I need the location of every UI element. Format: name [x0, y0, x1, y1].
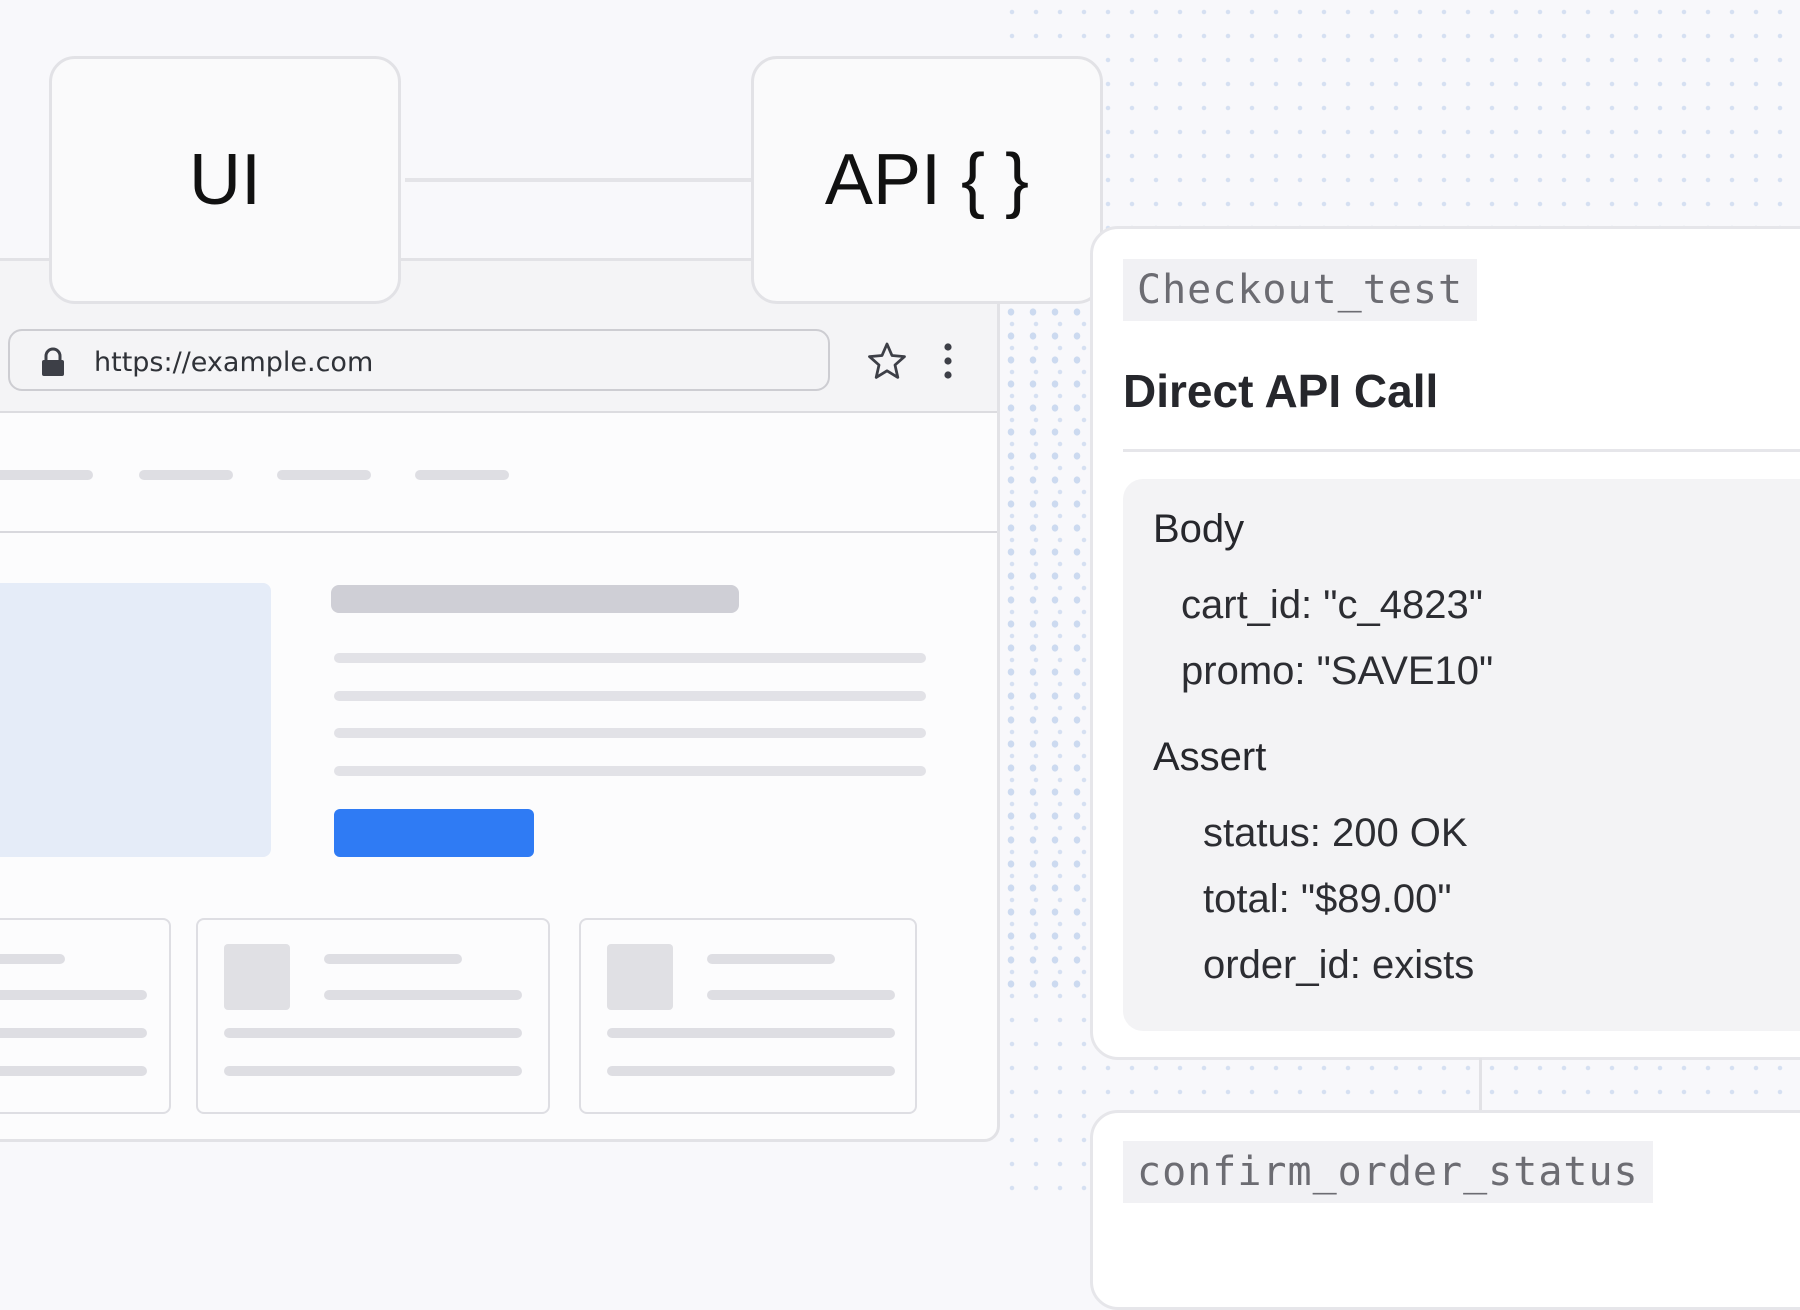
thumbnail-placeholder — [224, 944, 290, 1010]
product-card[interactable] — [196, 918, 550, 1114]
text-line-placeholder — [707, 954, 835, 964]
text-line-placeholder — [334, 691, 926, 701]
text-line-placeholder — [224, 1066, 522, 1076]
text-line-placeholder — [224, 1028, 522, 1038]
bookmark-star-icon[interactable] — [867, 341, 907, 381]
test-name-tag: Checkout_test — [1123, 259, 1478, 321]
body-heading: Body — [1153, 507, 1245, 551]
text-line-placeholder — [0, 1066, 147, 1076]
text-line-placeholder — [607, 1066, 895, 1076]
assert-field: total: "$89.00" — [1203, 877, 1452, 921]
nav-link-placeholder[interactable] — [415, 470, 509, 480]
assert-heading: Assert — [1153, 735, 1267, 779]
product-card[interactable] — [579, 918, 917, 1114]
more-options-icon[interactable] — [943, 343, 953, 379]
api-call-panel: Checkout_test Direct API Call Body cart_… — [1090, 226, 1800, 1060]
text-line-placeholder — [334, 766, 926, 776]
address-bar[interactable]: https://example.com — [8, 329, 830, 391]
body-field: cart_id: "c_4823" — [1181, 583, 1483, 627]
text-line-placeholder — [334, 728, 926, 738]
request-details-box: Body cart_id: "c_4823" promo: "SAVE10" A… — [1123, 479, 1800, 1031]
body-field: promo: "SAVE10" — [1181, 649, 1494, 693]
next-step-panel: confirm_order_status — [1090, 1110, 1800, 1310]
product-card[interactable] — [0, 918, 171, 1114]
text-line-placeholder — [324, 990, 522, 1000]
text-line-placeholder — [0, 954, 65, 964]
nav-link-placeholder[interactable] — [0, 470, 93, 480]
thumbnail-placeholder — [607, 944, 673, 1010]
text-line-placeholder — [0, 1028, 147, 1038]
text-line-placeholder — [707, 990, 895, 1000]
cta-button[interactable] — [334, 809, 534, 857]
lock-icon — [42, 347, 64, 376]
panel-title: Direct API Call — [1123, 365, 1439, 417]
browser-window: https://example.com — [0, 258, 1000, 1142]
assert-field: order_id: exists — [1203, 943, 1475, 987]
connector-line — [1479, 1058, 1482, 1112]
test-name-tag: confirm_order_status — [1123, 1141, 1653, 1203]
url-text: https://example.com — [94, 347, 374, 378]
text-line-placeholder — [0, 990, 147, 1000]
text-line-placeholder — [334, 653, 926, 663]
hero-image-placeholder — [0, 583, 271, 857]
text-line-placeholder — [324, 954, 462, 964]
ui-label-box: UI — [49, 56, 401, 304]
nav-divider — [0, 531, 997, 533]
nav-link-placeholder[interactable] — [277, 470, 371, 480]
nav-link-placeholder[interactable] — [139, 470, 233, 480]
assert-field: status: 200 OK — [1203, 811, 1468, 855]
heading-placeholder — [331, 585, 739, 613]
text-line-placeholder — [607, 1028, 895, 1038]
api-label-box: API { } — [751, 56, 1103, 304]
panel-divider — [1123, 449, 1800, 452]
connector-line — [405, 178, 755, 182]
